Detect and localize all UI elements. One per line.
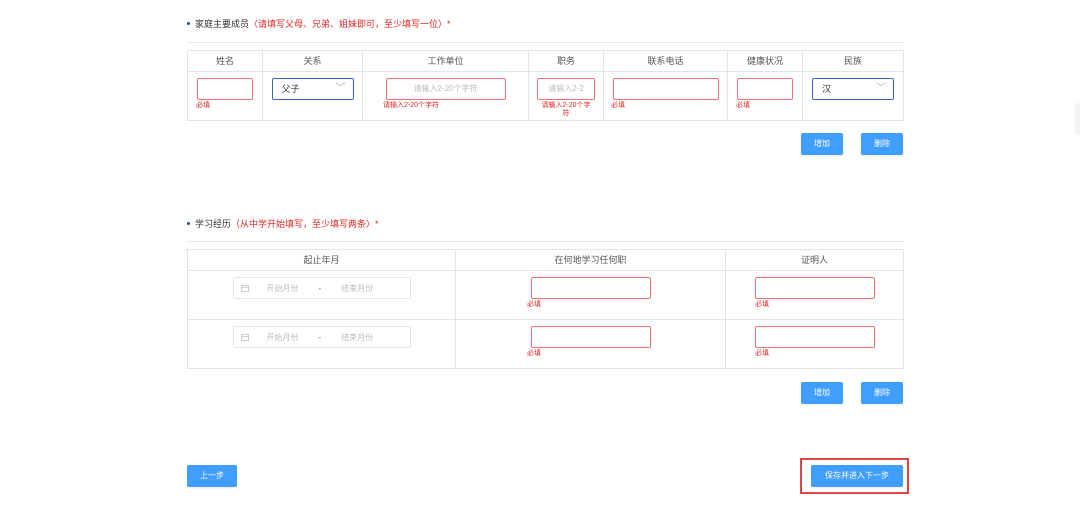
- ethnicity-select[interactable]: 汉 ﹀: [812, 78, 894, 100]
- family-table: 姓名 关系 工作单位 职务 联系电话 健康状况 民族 必填 父子 ﹀ 请输入2-…: [187, 50, 904, 121]
- table-header-row: 姓名 关系 工作单位 职务 联系电话 健康状况 民族: [187, 50, 904, 72]
- end-month-input[interactable]: 结束月份: [341, 283, 373, 294]
- required-hint: 必填: [527, 301, 541, 308]
- family-add-button[interactable]: 增加: [801, 133, 843, 155]
- witness-input[interactable]: [754, 277, 875, 299]
- col-phone: 联系电话: [603, 50, 728, 72]
- start-month-input[interactable]: 开始月份: [267, 283, 299, 294]
- required-hint: 必填: [527, 350, 541, 357]
- bullet-icon: [187, 22, 190, 26]
- witness-input[interactable]: [754, 326, 875, 348]
- col-period: 起止年月: [187, 249, 456, 271]
- study-note: （从中学开始填写，至少填写两条）*: [231, 219, 379, 229]
- work-unit-input[interactable]: 请输入2-20个字符: [385, 78, 506, 100]
- divider: [187, 241, 903, 242]
- required-hint: 必填: [755, 301, 769, 308]
- chevron-down-icon: ﹀: [876, 83, 886, 94]
- required-hint: 必填: [755, 350, 769, 357]
- start-month-input[interactable]: 开始月份: [267, 332, 299, 343]
- phone-input[interactable]: [612, 78, 719, 100]
- bullet-icon: [187, 222, 190, 226]
- duty-input[interactable]: 请输入2-2: [537, 78, 595, 100]
- col-place: 在何地学习任何职: [455, 249, 726, 271]
- prev-step-button[interactable]: 上一步: [187, 465, 237, 487]
- calendar-icon: [240, 284, 249, 292]
- family-section-title: 家庭主要成员（请填写父母、兄弟、姐妹即可，至少填写一位）*: [187, 17, 451, 30]
- date-range-picker[interactable]: 开始月份 - 结束月份: [232, 277, 411, 299]
- col-ethnicity: 民族: [802, 50, 904, 72]
- place-input[interactable]: [530, 277, 651, 299]
- work-unit-hint: 请输入2-20个字符: [383, 102, 440, 109]
- table-row: 开始月份 - 结束月份 必填 必填: [187, 270, 904, 320]
- col-duty: 职务: [528, 50, 604, 72]
- table-row: 开始月份 - 结束月份 必填 必填: [187, 319, 904, 369]
- save-next-button[interactable]: 保存并进入下一步: [811, 465, 903, 487]
- table-header-row: 起止年月 在何地学习任何职 证明人: [187, 249, 904, 271]
- required-hint: 必填: [196, 102, 210, 109]
- col-name: 姓名: [187, 50, 263, 72]
- relation-select[interactable]: 父子 ﹀: [271, 78, 354, 100]
- family-note: （请填写父母、兄弟、姐妹即可，至少填写一位）*: [249, 19, 451, 29]
- col-health: 健康状况: [727, 50, 803, 72]
- end-month-input[interactable]: 结束月份: [341, 332, 373, 343]
- duty-hint: 请输入2-20个字符: [541, 102, 591, 117]
- col-relation: 关系: [262, 50, 363, 72]
- col-work-unit: 工作单位: [362, 50, 529, 72]
- col-witness: 证明人: [725, 249, 904, 271]
- table-row: 必填 父子 ﹀ 请输入2-20个字符 请输入2-20个字符 请输入2-2 请输入…: [187, 71, 904, 121]
- place-input[interactable]: [530, 326, 651, 348]
- family-delete-button[interactable]: 删除: [861, 133, 903, 155]
- chevron-down-icon: ﹀: [335, 83, 346, 94]
- health-input[interactable]: [737, 78, 793, 100]
- required-hint: 必填: [611, 102, 625, 109]
- name-input[interactable]: [197, 78, 253, 100]
- calendar-icon: [240, 333, 249, 341]
- scrollbar[interactable]: [1075, 103, 1080, 135]
- study-table: 起止年月 在何地学习任何职 证明人 开始月份 - 结束月份 必填 必填 开始月份: [187, 249, 904, 369]
- required-hint: 必填: [736, 102, 750, 109]
- study-section-title: 学习经历（从中学开始填写，至少填写两条）*: [187, 217, 379, 230]
- study-delete-button[interactable]: 删除: [861, 382, 903, 404]
- date-range-picker[interactable]: 开始月份 - 结束月份: [232, 326, 411, 348]
- divider: [187, 42, 903, 43]
- study-add-button[interactable]: 增加: [801, 382, 843, 404]
